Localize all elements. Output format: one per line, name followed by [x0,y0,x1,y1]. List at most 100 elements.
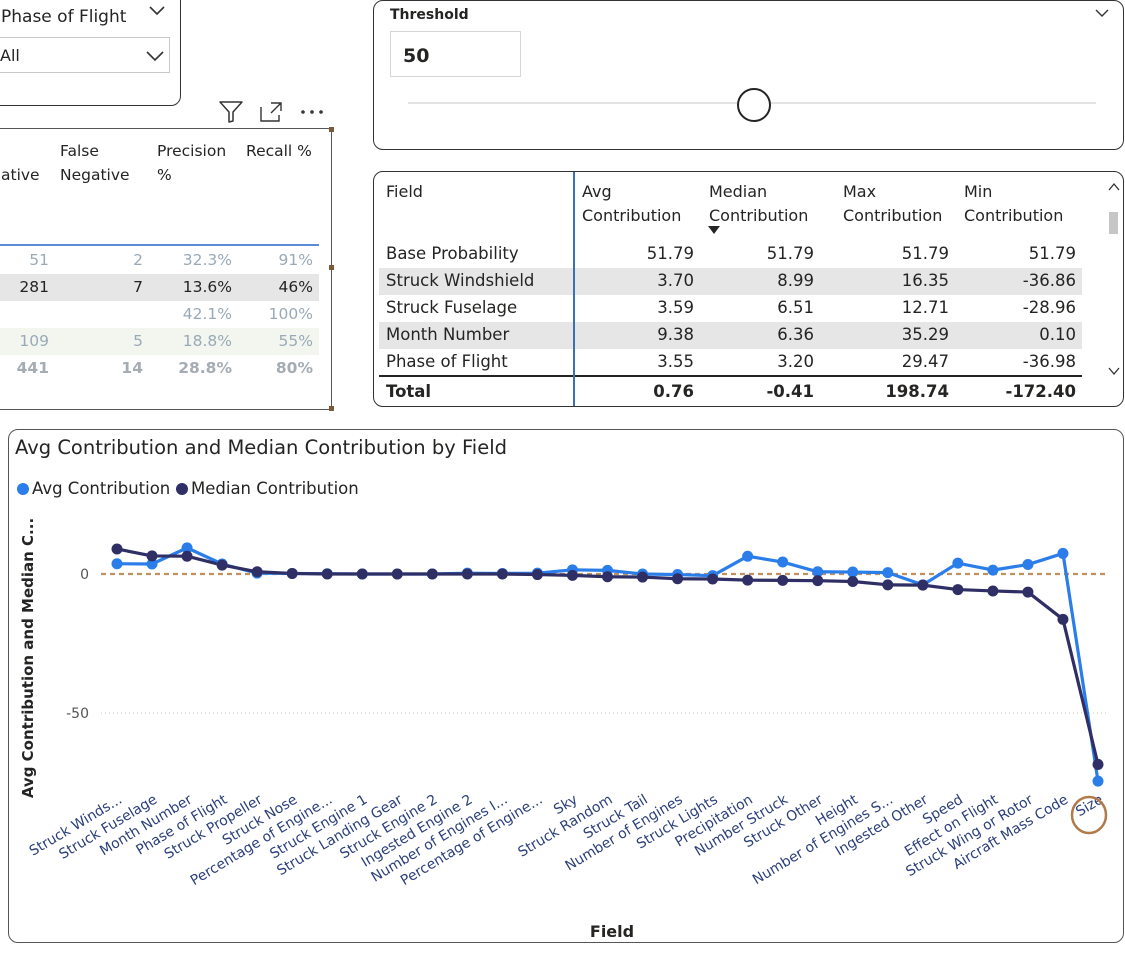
cell: 109 [19,332,49,350]
table-scrollbar[interactable] [1107,172,1121,406]
cell: 14 [121,359,143,377]
total-median: -0.41 [766,382,814,401]
median-contribution-point [216,559,228,571]
total-label: Total [386,382,432,401]
table-row[interactable]: Phase of Flight 3.55 3.20 29.47 -36.98 [379,349,1082,376]
sort-descending-icon [708,226,720,234]
column-header-max-contribution[interactable]: Max Contribution [843,180,942,228]
median-contribution-point [637,571,649,583]
column-header-field[interactable]: Field [386,180,423,204]
table-row[interactable]: Struck Windshield 3.70 8.99 16.35 -36.86 [379,268,1082,295]
median-contribution-point [812,575,824,587]
cell-avg: 51.79 [646,244,694,263]
cell-min: -28.96 [1022,298,1076,317]
cell: 18.8% [182,332,232,350]
table-total-row: Total 0.76 -0.41 198.74 -172.40 [379,375,1082,405]
cell: 46% [278,278,313,296]
filter-icon[interactable] [218,100,244,124]
median-contribution-point [987,585,999,597]
focus-mode-icon[interactable] [259,101,283,123]
median-contribution-point [1057,613,1069,625]
cell: 13.6% [182,278,232,296]
median-contribution-point [426,568,438,580]
confusion-matrix-table: ative False Negative Precision % Recall … [0,127,334,411]
y-tick-label: -50 [66,706,89,722]
column-header-recall[interactable]: Recall % [246,139,326,163]
avg-contribution-point [847,566,859,578]
total-avg: 0.76 [653,382,694,401]
avg-contribution-point [882,567,894,579]
cell: 28.8% [178,359,232,377]
cell: 281 [19,278,49,296]
total-max: 198.74 [885,382,949,401]
threshold-slider-thumb[interactable] [737,88,771,122]
avg-contribution-point [1092,775,1104,787]
avg-contribution-point [1022,559,1034,571]
more-options-icon[interactable] [299,108,325,116]
threshold-title: Threshold [390,7,469,23]
table-row[interactable]: Struck Fuselage 3.59 6.51 12.71 -28.96 [379,295,1082,322]
cell: 2 [133,251,143,269]
contribution-line-chart: Avg Contribution and Median Contribution… [8,429,1124,943]
cell: 51 [29,251,49,269]
median-contribution-point [707,573,719,585]
median-contribution-point [882,579,894,591]
table-row[interactable]: Base Probability 51.79 51.79 51.79 51.79 [379,241,1082,268]
cell: 7 [133,278,143,296]
header-divider [0,244,319,246]
chevron-down-icon[interactable] [1094,7,1110,19]
cell-median: 8.99 [777,271,814,290]
median-contribution-point [566,569,578,581]
table-row[interactable]: 42.1% 100% [0,301,319,328]
median-contribution-point [146,550,158,562]
table-row[interactable]: 281 7 13.6% 46% [0,274,319,301]
cell-max: 16.35 [901,271,949,290]
resize-handle[interactable] [329,406,334,411]
table-row[interactable]: 109 5 18.8% 55% [0,328,319,355]
cell-min: -36.98 [1022,352,1076,371]
column-header-precision[interactable]: Precision % [157,139,237,187]
scroll-up-icon[interactable] [1108,182,1120,192]
column-header-min-contribution[interactable]: Min Contribution [964,180,1063,228]
cell-median: 51.79 [766,244,814,263]
avg-contribution-point [1057,547,1069,559]
cell-avg: 3.55 [657,352,694,371]
phase-of-flight-slicer: Phase of Flight All [0,0,181,106]
cell-median: 6.36 [777,325,814,344]
table-row[interactable]: Month Number 9.38 6.36 35.29 0.10 [379,322,1082,349]
column-header-median-contribution[interactable]: Median Contribution [709,180,808,228]
cell-field: Base Probability [386,244,519,263]
contribution-table: Field Avg Contribution Median Contributi… [373,171,1124,407]
median-contribution-point [461,568,473,580]
median-contribution-point [952,584,964,596]
threshold-input[interactable]: 50 [390,31,521,77]
column-header-partial: ative [1,166,40,184]
cell-field: Struck Windshield [386,271,535,290]
resize-handle[interactable] [329,127,334,132]
median-contribution-point [1022,586,1034,598]
resize-handle[interactable] [329,265,334,270]
chevron-down-icon[interactable] [149,5,165,17]
median-contribution-point [181,550,193,562]
slicer-dropdown[interactable]: All [0,37,170,73]
cell-avg: 3.59 [657,298,694,317]
cell-field: Month Number [386,325,510,344]
column-header-false-negative[interactable]: False Negative [60,139,140,187]
cell: 42.1% [182,305,232,323]
table-total-row: 441 14 28.8% 80% [0,355,319,382]
threshold-slicer: Threshold 50 [373,0,1124,150]
median-contribution-point [1092,758,1104,770]
cell-median: 3.20 [777,352,814,371]
cell-max: 51.79 [901,244,949,263]
cell-min: -36.86 [1022,271,1076,290]
scrollbar-thumb[interactable] [1109,212,1118,234]
scroll-down-icon[interactable] [1108,366,1120,376]
column-header-avg-contribution[interactable]: Avg Contribution [582,180,681,228]
table-row[interactable]: 51 2 32.3% 91% [0,247,319,274]
avg-contribution-point [111,558,123,570]
total-min: -172.40 [1005,382,1076,401]
cell-max: 35.29 [901,325,949,344]
cell-min: 0.10 [1039,325,1076,344]
avg-contribution-line [116,546,1100,782]
cell-min: 51.79 [1028,244,1076,263]
